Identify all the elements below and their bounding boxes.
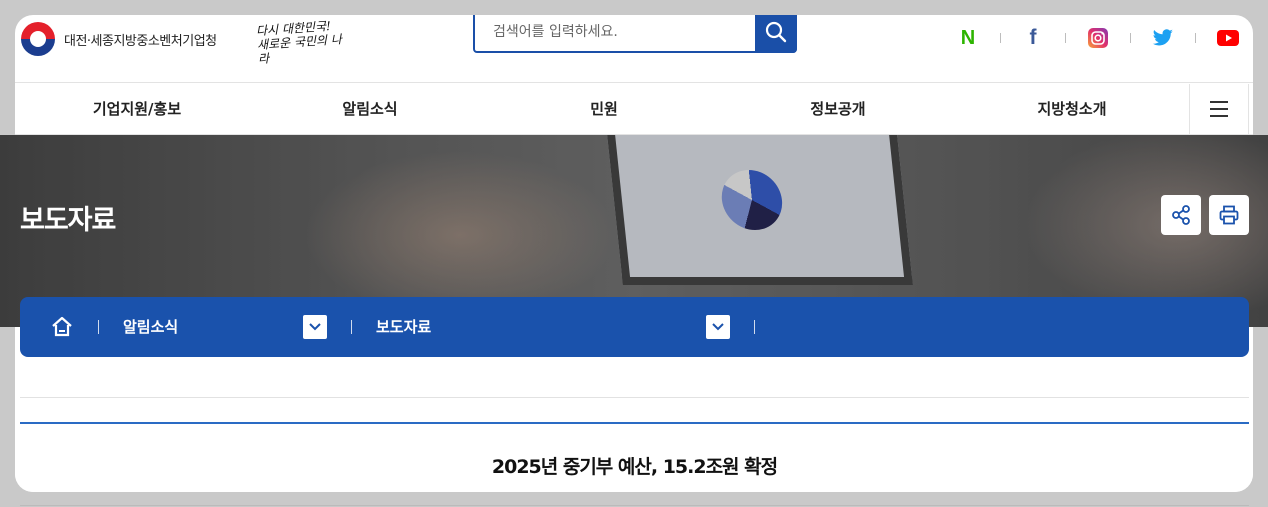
breadcrumb: 알림소식 보도자료: [20, 297, 1249, 357]
instagram-link[interactable]: [1087, 27, 1109, 49]
share-button[interactable]: [1161, 195, 1201, 235]
twitter-icon: [1152, 29, 1173, 46]
youtube-icon: [1217, 30, 1239, 46]
article-title: 2025년 중기부 예산, 15.2조원 확정: [491, 456, 778, 478]
chevron-down-icon: [712, 323, 724, 331]
page-bottom-divider: [20, 505, 1249, 506]
breadcrumb-level2[interactable]: 보도자료: [376, 297, 431, 357]
search-button[interactable]: [755, 15, 797, 53]
chevron-down-icon: [309, 323, 321, 331]
slogan-logo: 다시 대한민국! 새로운 국민의 나라: [256, 18, 349, 66]
main-nav: 기업지원/홍보 알림소식 민원 정보공개 지방청소개: [15, 84, 1253, 135]
content-divider: [20, 397, 1249, 398]
nav-item-civil-petition[interactable]: 민원: [590, 84, 618, 134]
nav-item-office-introduction[interactable]: 지방청소개: [1037, 84, 1106, 134]
divider: [98, 320, 99, 334]
home-icon: [52, 316, 72, 337]
divider: [351, 320, 352, 334]
divider: [1130, 33, 1131, 43]
breadcrumb-level1-dropdown[interactable]: [303, 315, 327, 339]
naver-blog-icon: N: [960, 26, 976, 49]
instagram-icon: [1088, 28, 1108, 48]
agency-logo[interactable]: 대전·세종지방중소벤처기업청: [21, 22, 217, 56]
board-top-border: [20, 422, 1249, 424]
hamburger-icon-bar: [1210, 108, 1228, 110]
print-button[interactable]: [1209, 195, 1249, 235]
print-icon: [1219, 205, 1239, 225]
share-icon: [1172, 205, 1190, 225]
breadcrumb-level2-dropdown[interactable]: [706, 315, 730, 339]
banner-laptop-image: [607, 135, 913, 285]
naver-blog-link[interactable]: N: [957, 27, 979, 49]
agency-name: 대전·세종지방중소벤처기업청: [64, 33, 217, 49]
government-emblem-icon: [21, 22, 55, 56]
nav-item-information-disclosure[interactable]: 정보공개: [810, 84, 865, 134]
divider: [1195, 33, 1196, 43]
breadcrumb-level1[interactable]: 알림소식: [123, 297, 178, 357]
twitter-link[interactable]: [1152, 27, 1174, 49]
hamburger-icon-bar: [1210, 115, 1228, 117]
search-box: [473, 15, 797, 53]
home-link[interactable]: [50, 315, 74, 343]
page-title: 보도자료: [20, 205, 116, 236]
top-bar: 대전·세종지방중소벤처기업청 다시 대한민국! 새로운 국민의 나라 N f: [15, 15, 1253, 83]
facebook-icon: f: [1029, 26, 1037, 49]
nav-item-business-support[interactable]: 기업지원/홍보: [93, 84, 181, 134]
banner-pie-graphic: [718, 170, 786, 230]
search-input[interactable]: [475, 15, 755, 51]
hamburger-icon: [1210, 101, 1228, 103]
all-menu-button[interactable]: [1189, 84, 1249, 134]
nav-item-news[interactable]: 알림소식: [342, 84, 397, 134]
search-icon: [765, 21, 787, 43]
youtube-link[interactable]: [1217, 27, 1239, 49]
divider: [754, 320, 755, 334]
facebook-link[interactable]: f: [1022, 26, 1044, 49]
slogan-line2: 새로운 국민의 나라: [256, 32, 343, 67]
divider: [1065, 33, 1066, 43]
divider: [1000, 33, 1001, 43]
sns-links: N f: [957, 26, 1239, 49]
